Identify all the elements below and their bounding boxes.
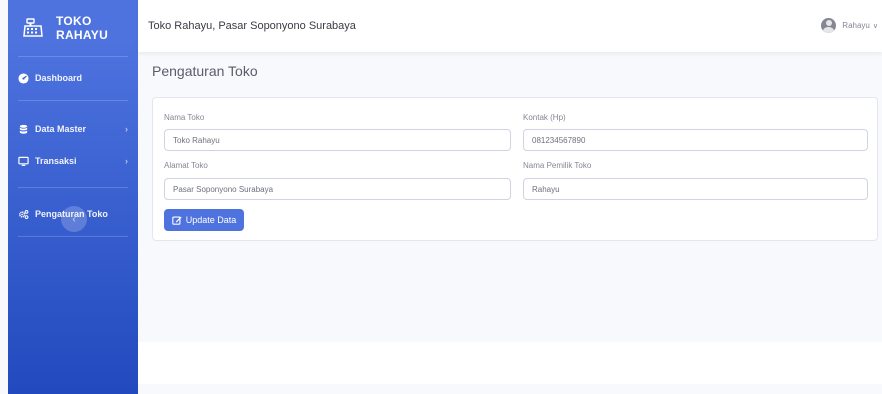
- user-dropdown[interactable]: Rahayu ∨: [821, 18, 878, 33]
- page-title: Pengaturan Toko: [152, 63, 258, 79]
- sidebar-item-dashboard[interactable]: Dashboard: [8, 62, 138, 94]
- kontak-label: Kontak (Hp): [523, 113, 566, 122]
- sidebar-item-transaksi[interactable]: Transaksi ›: [8, 145, 138, 177]
- update-data-label: Update Data: [185, 215, 237, 225]
- footer: [138, 342, 882, 384]
- edit-icon: [172, 215, 182, 225]
- sidebar-item-label: Transaksi: [35, 156, 77, 166]
- alamat-toko-label: Alamat Toko: [164, 161, 208, 170]
- tachometer-icon: [18, 72, 29, 84]
- nama-toko-input[interactable]: Toko Rahayu: [164, 129, 511, 151]
- sidebar-item-label: Dashboard: [35, 73, 83, 83]
- user-avatar-icon: [821, 18, 837, 33]
- sidebar-toggle-button[interactable]: ‹: [61, 206, 87, 232]
- sidebar-item-label: Data Master: [35, 124, 87, 134]
- kontak-input[interactable]: 081234567890: [523, 129, 868, 151]
- desktop-icon: [18, 156, 29, 167]
- chevron-down-icon: ∨: [872, 22, 878, 30]
- sidebar-divider: [18, 236, 128, 237]
- sidebar-item-data-master[interactable]: Data Master ›: [8, 113, 138, 145]
- database-icon: [18, 124, 29, 135]
- nama-pemilik-input[interactable]: Rahayu: [523, 178, 868, 200]
- cogs-icon: [18, 209, 29, 220]
- cash-register-icon: [22, 17, 44, 39]
- sidebar: TOKO RAHAYU Dashboard Data Master › Tran…: [8, 0, 138, 394]
- settings-form-card: Nama Toko Toko Rahayu Kontak (Hp) 081234…: [152, 97, 878, 241]
- sidebar-divider: [18, 187, 128, 188]
- sidebar-brand[interactable]: TOKO RAHAYU: [8, 0, 138, 56]
- alamat-toko-input[interactable]: Pasar Soponyono Surabaya: [164, 178, 511, 200]
- user-name: Rahayu: [842, 21, 870, 30]
- chevron-right-icon: ›: [125, 156, 128, 166]
- update-data-button[interactable]: Update Data: [164, 209, 244, 231]
- chevron-right-icon: ›: [125, 124, 128, 134]
- sidebar-divider: [18, 56, 128, 57]
- chevron-left-icon: ‹: [72, 213, 76, 225]
- nama-toko-label: Nama Toko: [164, 113, 205, 122]
- topbar: Toko Rahayu, Pasar Soponyono Surabaya Ra…: [138, 0, 882, 52]
- sidebar-divider: [18, 100, 128, 101]
- nama-pemilik-label: Nama Pemilik Toko: [523, 161, 592, 170]
- brand-name: TOKO RAHAYU: [56, 14, 109, 42]
- store-heading: Toko Rahayu, Pasar Soponyono Surabaya: [148, 20, 356, 32]
